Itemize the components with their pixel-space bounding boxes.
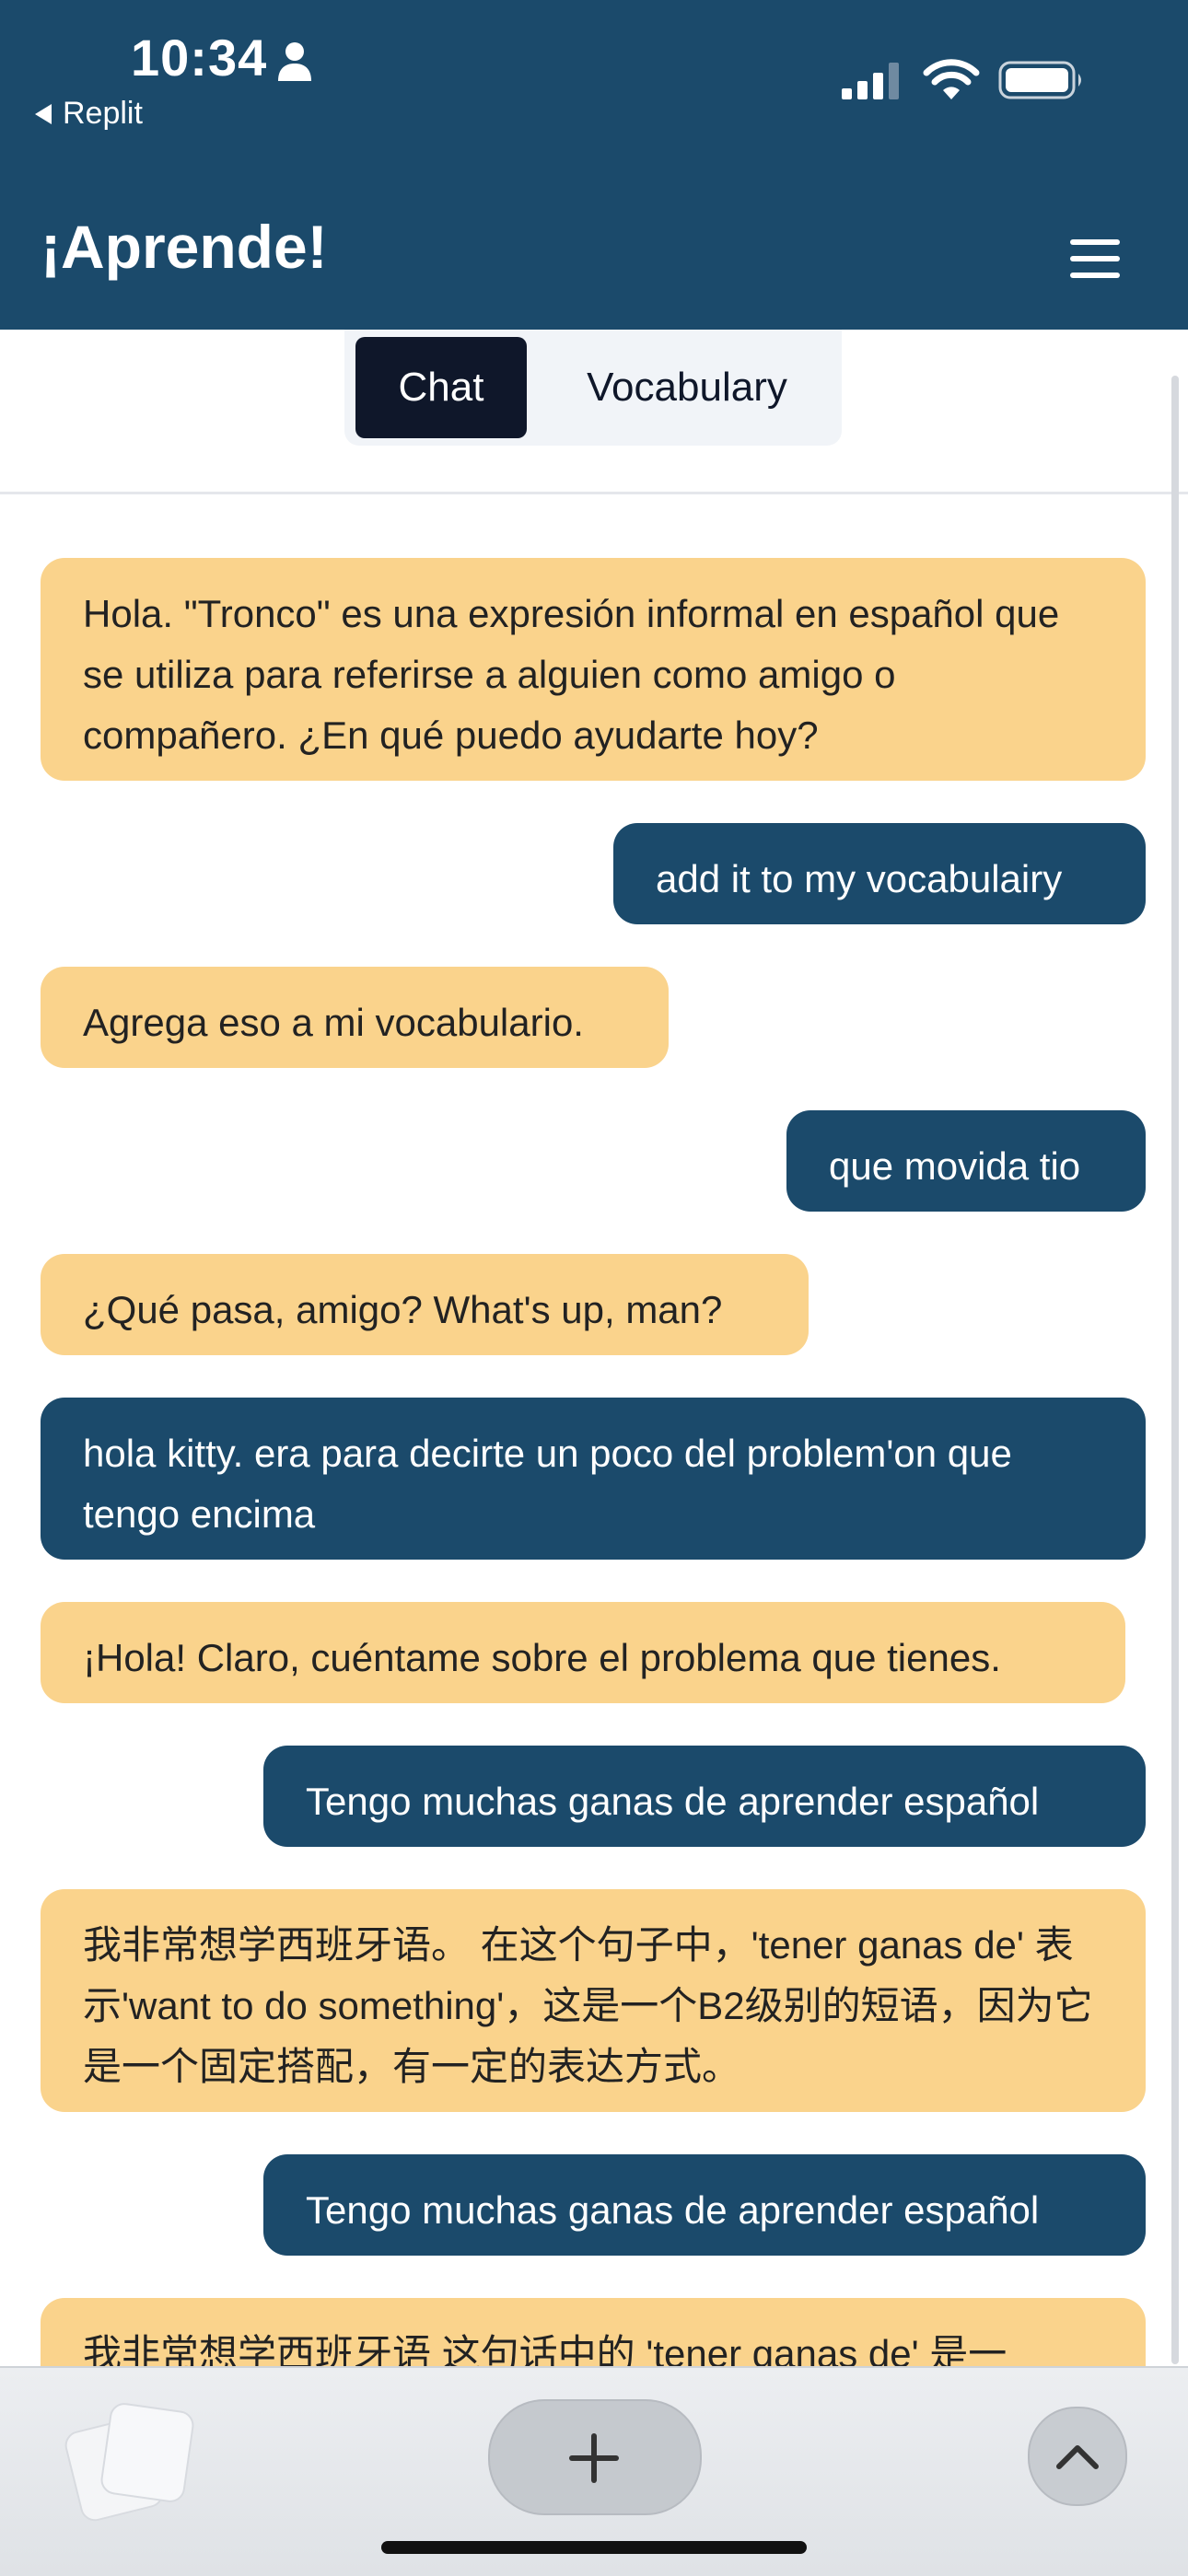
bot-message: 我非常想学西班牙语。 在这个句子中，'tener ganas de' 表示'wa…: [41, 1889, 1146, 2112]
user-message: Tengo muchas ganas de aprender español: [263, 1746, 1146, 1847]
status-bar: 10:34 Replit: [0, 0, 1188, 184]
hamburger-menu-button[interactable]: [1046, 221, 1144, 296]
bot-message: ¿Qué pasa, amigo? What's up, man?: [41, 1254, 809, 1355]
menu-icon: [1070, 239, 1120, 245]
user-message: hola kitty. era para decirte un poco del…: [41, 1398, 1146, 1560]
new-tab-button[interactable]: [488, 2399, 702, 2515]
back-app-label: Replit: [63, 96, 143, 131]
chat-messages: Hola. "Tronco" es una expresión informal…: [0, 492, 1188, 2366]
battery-icon: [998, 61, 1081, 99]
back-arrow-icon: [35, 103, 52, 124]
app-header: ¡Aprende!: [0, 184, 1188, 330]
status-time: 10:34: [131, 29, 268, 87]
tab-vocabulary[interactable]: Vocabulary: [549, 337, 825, 438]
cellular-signal-icon: [842, 63, 899, 99]
tab-chat[interactable]: Chat: [355, 337, 527, 438]
chevron-up-icon: [1056, 2445, 1099, 2469]
menu-icon: [1070, 256, 1120, 261]
app-title: ¡Aprende!: [41, 213, 328, 281]
tab-card-icon: [99, 2401, 196, 2504]
user-message: Tengo muchas ganas de aprender español: [263, 2154, 1146, 2256]
user-message: que movida tio: [786, 1110, 1146, 1212]
browser-toolbar: [0, 2366, 1188, 2576]
home-indicator: [381, 2541, 807, 2554]
person-icon: [278, 42, 311, 81]
bot-message: Hola. "Tronco" es una expresión informal…: [41, 558, 1146, 781]
plus-icon: [591, 2433, 597, 2483]
bot-message: 我非常想学西班牙语 这句话中的 'tener ganas de' 是一: [41, 2298, 1146, 2366]
tab-group: Chat Vocabulary: [344, 330, 842, 446]
bot-message: Agrega eso a mi vocabulario.: [41, 967, 669, 1068]
tabs-overview-icon[interactable]: [62, 2397, 196, 2524]
bot-message: ¡Hola! Claro, cuéntame sobre el problema…: [41, 1602, 1125, 1703]
wifi-icon: [923, 59, 980, 99]
back-to-app-link[interactable]: Replit: [35, 96, 143, 132]
scroll-up-button[interactable]: [1028, 2407, 1127, 2506]
user-message: add it to my vocabulairy: [613, 823, 1146, 924]
tabs-bar: Chat Vocabulary: [0, 330, 1188, 494]
menu-icon: [1070, 273, 1120, 278]
